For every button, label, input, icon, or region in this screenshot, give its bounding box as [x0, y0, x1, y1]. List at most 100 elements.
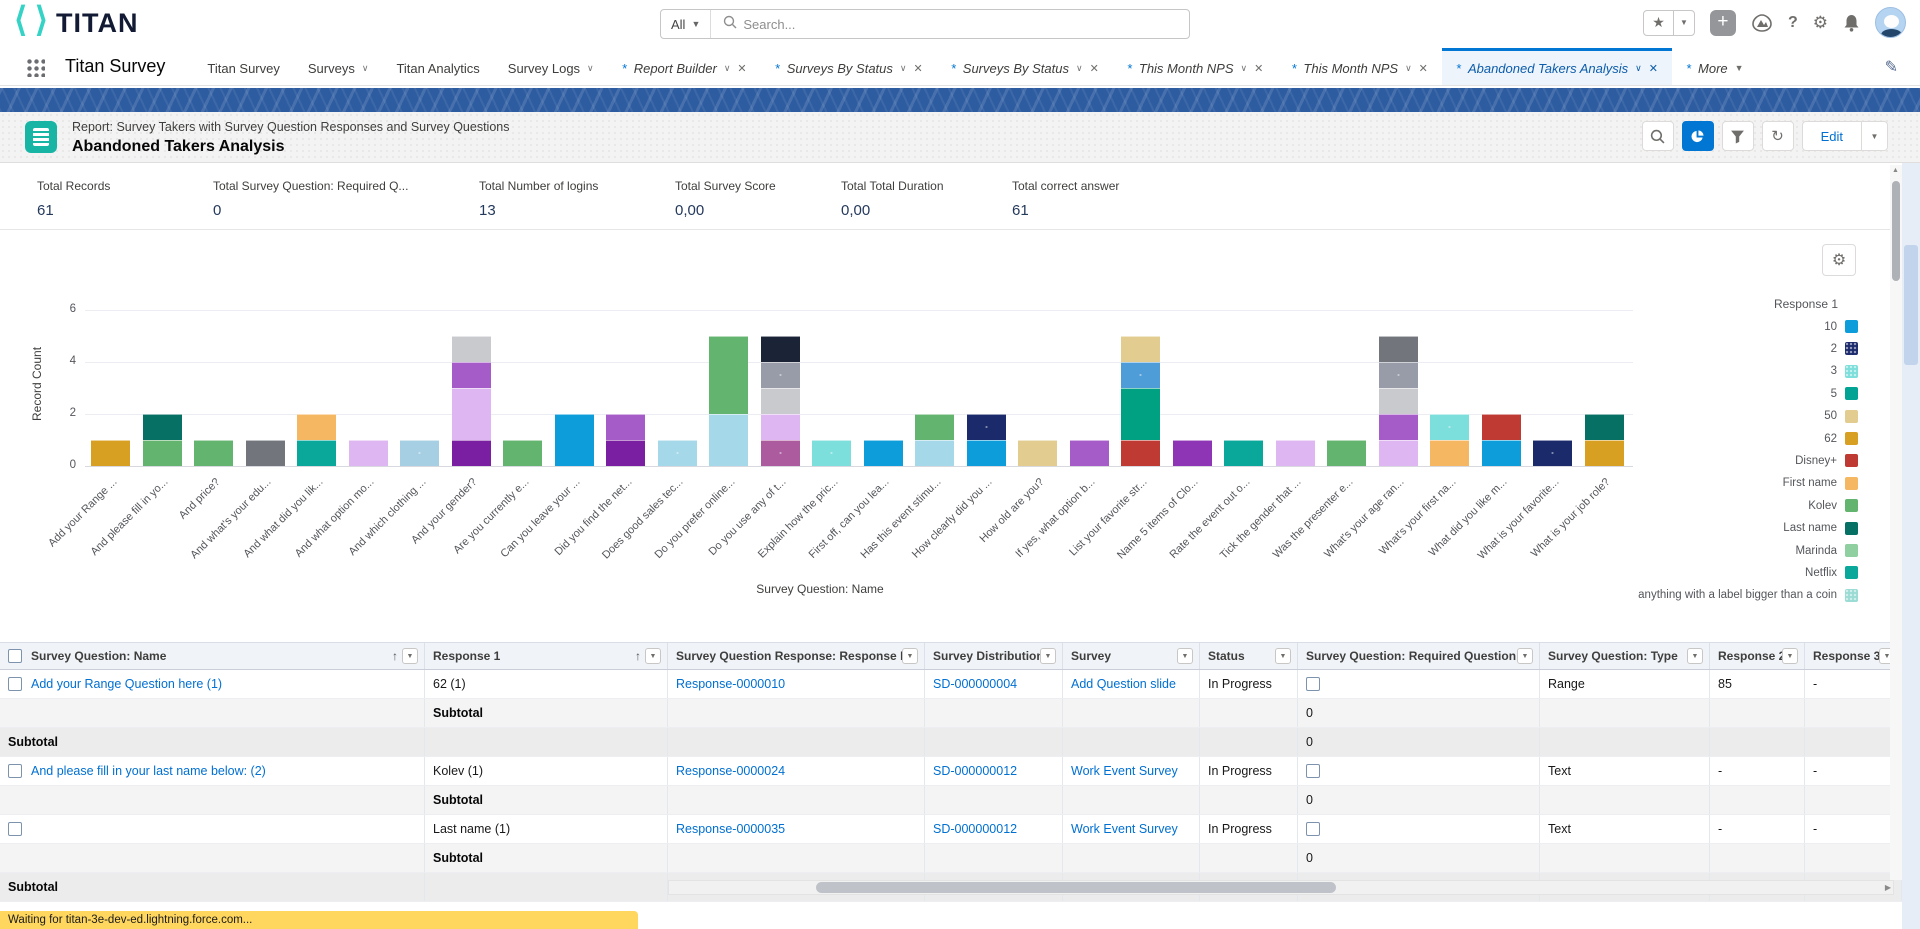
bar-segment[interactable] [400, 440, 439, 466]
bar-segment[interactable] [967, 440, 1006, 466]
row-checkbox[interactable] [8, 764, 22, 778]
bar-segment[interactable] [761, 414, 800, 440]
cell-link[interactable]: Work Event Survey [1071, 822, 1178, 836]
scroll-up-icon[interactable]: ▲ [1892, 167, 1899, 174]
chevron-down-icon[interactable]: ∨ [1076, 63, 1083, 74]
bar[interactable] [1327, 440, 1366, 466]
bar-segment[interactable] [297, 414, 336, 440]
close-icon[interactable]: ✕ [737, 62, 746, 75]
filter-icon[interactable]: ▼ [1040, 648, 1056, 664]
required-question-checkbox[interactable] [1306, 822, 1320, 836]
bar[interactable] [400, 440, 439, 466]
close-icon[interactable]: ✕ [1649, 62, 1658, 75]
bar-segment[interactable] [349, 440, 388, 466]
bar-segment[interactable] [452, 440, 491, 466]
horizontal-scrollbar[interactable]: ▶ [668, 880, 1894, 895]
filter-icon[interactable]: ▼ [1177, 648, 1193, 664]
bar-segment[interactable] [194, 440, 233, 466]
cell-link[interactable]: Add your Range Question here (1) [31, 677, 222, 691]
cell-link[interactable]: SD-000000012 [933, 822, 1017, 836]
bar-segment[interactable] [452, 388, 491, 440]
bar-segment[interactable] [143, 414, 182, 440]
bar-segment[interactable] [812, 440, 851, 466]
horizontal-scrollbar-thumb[interactable] [816, 882, 1336, 893]
tab-abandoned-takers-analysis[interactable]: *Abandoned Takers Analysis∨✕ [1442, 48, 1672, 85]
vertical-scrollbar[interactable]: ▲ [1890, 165, 1902, 880]
bar-segment[interactable] [761, 362, 800, 388]
bar[interactable] [246, 440, 285, 466]
vertical-scrollbar-thumb[interactable] [1892, 181, 1900, 281]
tab-surveys[interactable]: Surveys∨ [294, 48, 383, 85]
required-question-checkbox[interactable] [1306, 677, 1320, 691]
cell-link[interactable]: SD-000000004 [933, 677, 1017, 691]
tab-survey-logs[interactable]: Survey Logs∨ [494, 48, 608, 85]
user-avatar[interactable] [1875, 7, 1906, 38]
cell-link[interactable]: Response-0000024 [676, 764, 785, 778]
tab-titan-analytics[interactable]: Titan Analytics [382, 48, 493, 85]
bar-segment[interactable] [143, 440, 182, 466]
tab-report-builder[interactable]: *Report Builder∨✕ [608, 48, 761, 85]
chevron-down-icon[interactable]: ∨ [1405, 63, 1412, 74]
cell-link[interactable]: Work Event Survey [1071, 764, 1178, 778]
close-icon[interactable]: ✕ [1090, 62, 1099, 75]
bar-segment[interactable] [1121, 388, 1160, 440]
bar-segment[interactable] [452, 362, 491, 388]
bar[interactable] [1224, 440, 1263, 466]
bar-segment[interactable] [452, 336, 491, 362]
bar[interactable] [658, 440, 697, 466]
bar-segment[interactable] [1173, 440, 1212, 466]
filter-icon[interactable]: ▼ [1517, 648, 1533, 664]
tab-surveys-by-status[interactable]: *Surveys By Status∨✕ [937, 48, 1113, 85]
bar-segment[interactable] [709, 336, 748, 414]
bar[interactable] [1070, 440, 1109, 466]
setup-gear-icon[interactable]: ⚙ [1813, 13, 1828, 33]
bar[interactable] [194, 440, 233, 466]
refresh-button[interactable]: ↻ [1762, 121, 1794, 151]
window-scrollbar[interactable] [1902, 163, 1920, 929]
select-all-checkbox[interactable] [8, 649, 22, 663]
tab-titan-survey[interactable]: Titan Survey [193, 48, 294, 85]
tab-this-month-nps[interactable]: *This Month NPS∨✕ [1113, 48, 1278, 85]
favorites-chevron-icon[interactable]: ▼ [1674, 11, 1694, 35]
bar-segment[interactable] [297, 440, 336, 466]
bar[interactable] [1276, 440, 1315, 466]
bar[interactable] [91, 440, 130, 466]
bar-segment[interactable] [1327, 440, 1366, 466]
bar[interactable] [864, 440, 903, 466]
bar-segment[interactable] [1070, 440, 1109, 466]
bar-segment[interactable] [915, 440, 954, 466]
close-icon[interactable]: ✕ [1254, 62, 1263, 75]
bar-segment[interactable] [606, 440, 645, 466]
bar[interactable] [503, 440, 542, 466]
scroll-right-icon[interactable]: ▶ [1885, 883, 1891, 892]
bar-segment[interactable] [1018, 440, 1057, 466]
bar-segment[interactable] [606, 414, 645, 440]
cell-link[interactable]: SD-000000012 [933, 764, 1017, 778]
bar-segment[interactable] [709, 414, 748, 466]
gear-icon[interactable]: ⚙ [1822, 244, 1856, 276]
tab-more[interactable]: *More▼ [1672, 48, 1758, 85]
chevron-down-icon[interactable]: ∨ [362, 63, 369, 74]
favorites-star-icon[interactable]: ★ [1644, 11, 1674, 35]
row-checkbox[interactable] [8, 677, 22, 691]
tab-surveys-by-status[interactable]: *Surveys By Status∨✕ [761, 48, 937, 85]
bar[interactable] [1379, 336, 1418, 466]
filter-icon[interactable]: ▼ [1782, 648, 1798, 664]
window-scrollbar-thumb[interactable] [1904, 245, 1918, 365]
filter-icon[interactable]: ▼ [645, 648, 661, 664]
bar-segment[interactable] [761, 440, 800, 466]
chevron-down-icon[interactable]: ▼ [1735, 63, 1744, 73]
notifications-bell-icon[interactable] [1843, 14, 1860, 32]
search-report-button[interactable] [1642, 121, 1674, 151]
bar[interactable] [1121, 336, 1160, 466]
bar-segment[interactable] [1121, 440, 1160, 466]
filter-button[interactable] [1722, 121, 1754, 151]
bar-segment[interactable] [1379, 414, 1418, 440]
bar[interactable] [761, 336, 800, 466]
bar-segment[interactable] [555, 414, 594, 466]
filter-icon[interactable]: ▼ [402, 648, 418, 664]
app-launcher-icon[interactable] [25, 57, 45, 77]
bar[interactable] [452, 336, 491, 466]
chevron-down-icon[interactable]: ∨ [1241, 63, 1248, 74]
bar[interactable] [555, 414, 594, 466]
